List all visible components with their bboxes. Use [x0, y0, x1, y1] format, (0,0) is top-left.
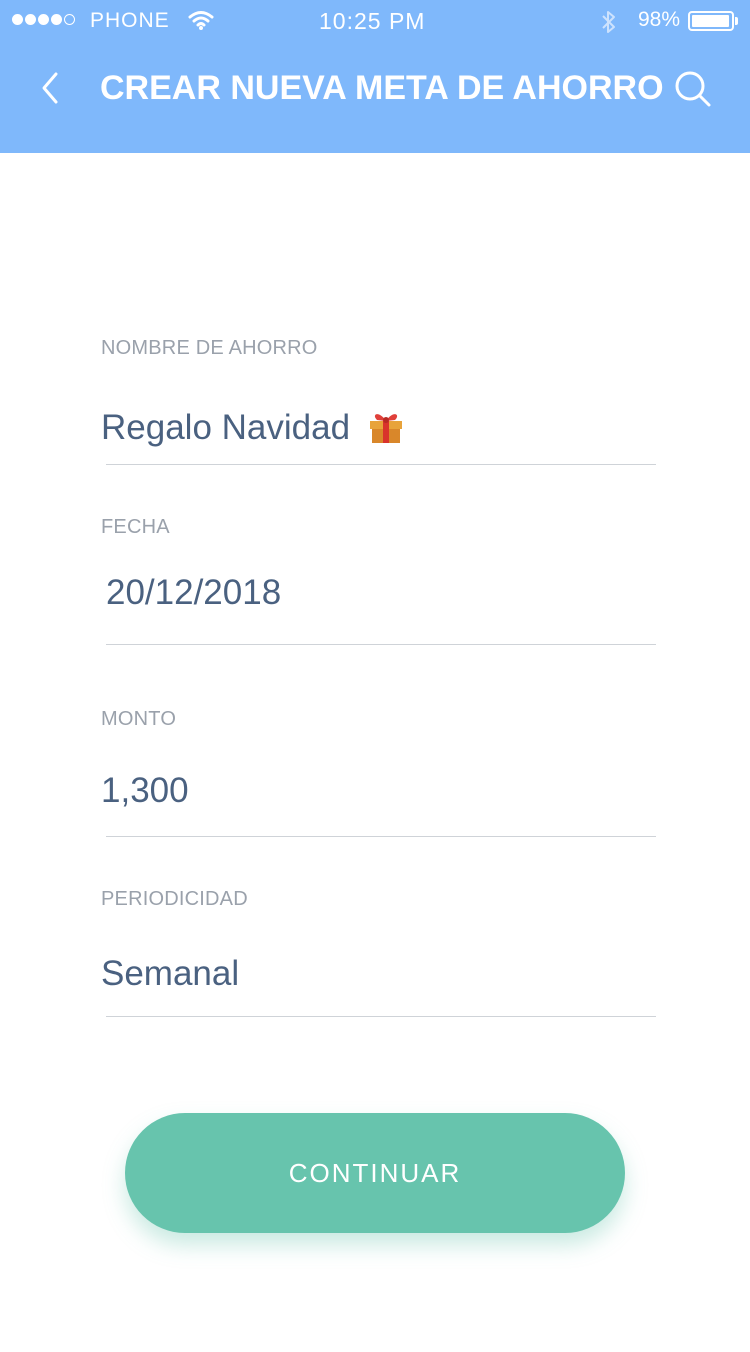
- signal-strength-icon: [12, 14, 75, 28]
- battery-icon: [688, 11, 734, 31]
- period-underline: [106, 1016, 656, 1017]
- name-input[interactable]: Regalo Navidad: [101, 408, 350, 448]
- status-bar: PHONE 10:25 PM 98%: [0, 0, 750, 42]
- signal-dot: [51, 14, 62, 25]
- continue-button[interactable]: CONTINUAR: [125, 1113, 625, 1233]
- signal-dot: [25, 14, 36, 25]
- signal-dot: [38, 14, 49, 25]
- clock-time: 10:25 PM: [319, 8, 426, 34]
- battery-tip: [735, 17, 738, 25]
- date-underline: [106, 644, 656, 645]
- name-label: NOMBRE DE AHORRO: [101, 337, 318, 359]
- signal-dot: [64, 14, 75, 25]
- battery-fill: [692, 15, 730, 27]
- name-underline: [106, 464, 656, 465]
- date-input[interactable]: 20/12/2018: [106, 573, 281, 613]
- back-button[interactable]: [36, 70, 66, 106]
- amount-input[interactable]: 1,300: [101, 771, 189, 811]
- date-label: FECHA: [101, 516, 170, 538]
- chevron-left-icon: [42, 72, 58, 104]
- amount-underline: [106, 836, 656, 837]
- page-title: CREAR NUEVA META DE AHORRO: [100, 69, 664, 107]
- battery-percent: 98%: [638, 8, 681, 31]
- period-input[interactable]: Semanal: [101, 954, 239, 994]
- header-bar: PHONE 10:25 PM 98% CREAR NUEVA META DE A…: [0, 0, 750, 153]
- signal-dot: [12, 14, 23, 25]
- period-label: PERIODICIDAD: [101, 888, 248, 910]
- search-icon: [675, 71, 711, 107]
- amount-label: MONTO: [101, 708, 177, 730]
- search-button[interactable]: [674, 70, 712, 108]
- bluetooth-icon: [600, 9, 618, 40]
- wifi-icon: [188, 9, 214, 36]
- carrier-name: PHONE: [90, 9, 170, 32]
- gift-icon: [367, 408, 405, 444]
